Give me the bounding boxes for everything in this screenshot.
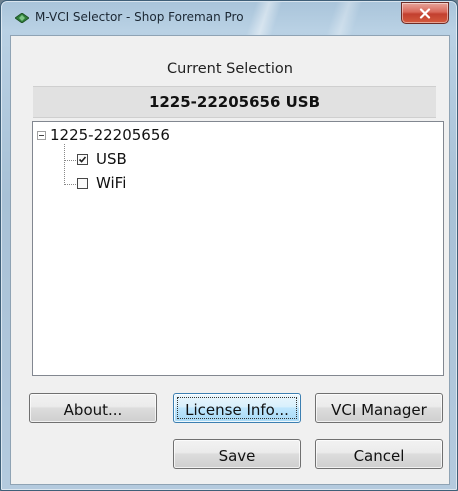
vci-manager-button[interactable]: VCI Manager — [315, 393, 443, 423]
close-icon — [419, 7, 431, 19]
tree-root-item[interactable]: 1225-22205656 — [50, 126, 170, 144]
close-button[interactable] — [401, 2, 449, 24]
vci-tree-view[interactable]: 1225-22205656 USB WiFi — [32, 121, 444, 376]
current-selection-label: Current Selection — [167, 61, 293, 77]
wifi-checkbox[interactable] — [77, 178, 88, 189]
license-info-label: License Info... — [185, 401, 289, 419]
title-bar[interactable]: M-VCI Selector - Shop Foreman Pro — [1, 1, 457, 35]
tree-connector — [64, 144, 65, 185]
collapse-icon[interactable] — [37, 131, 46, 140]
tree-connector — [64, 184, 76, 185]
current-selection-value: 1225-22205656 USB — [33, 86, 436, 118]
tree-connector — [64, 160, 76, 161]
usb-checkbox[interactable] — [77, 154, 88, 165]
license-info-button[interactable]: License Info... — [173, 393, 301, 423]
about-button[interactable]: About... — [29, 393, 157, 423]
checkmark-icon — [78, 156, 87, 163]
cancel-button[interactable]: Cancel — [315, 439, 443, 469]
save-button[interactable]: Save — [173, 439, 301, 469]
diamond-app-icon — [15, 13, 29, 23]
tree-item-wifi[interactable]: WiFi — [96, 174, 126, 192]
tree-item-usb[interactable]: USB — [96, 150, 127, 168]
dialog-body: Current Selection 1225-22205656 USB 1225… — [10, 35, 450, 485]
m-vci-selector-window: M-VCI Selector - Shop Foreman Pro Curren… — [0, 0, 458, 491]
window-title: M-VCI Selector - Shop Foreman Pro — [35, 10, 244, 24]
